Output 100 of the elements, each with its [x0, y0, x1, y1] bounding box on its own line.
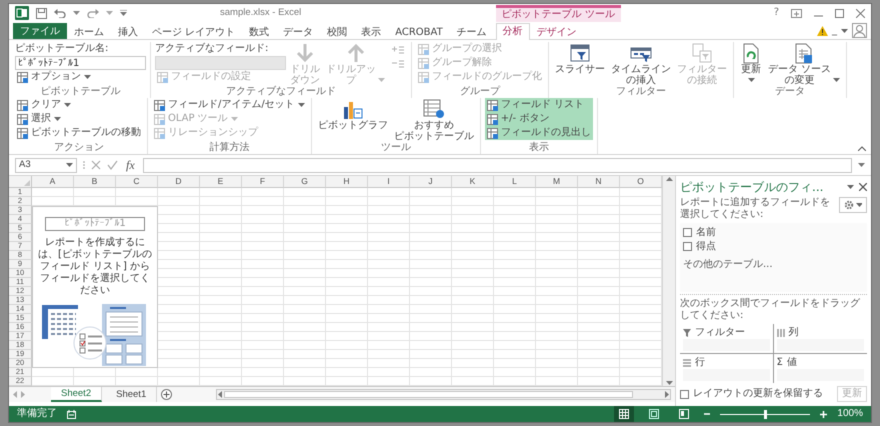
- ribbon-button[interactable]: 選択: [15, 112, 143, 126]
- zoom-out-icon[interactable]: [704, 411, 710, 417]
- column-header[interactable]: D: [158, 176, 200, 188]
- ribbon-tab[interactable]: 表示: [354, 24, 388, 40]
- area-label: フィルター: [695, 326, 745, 338]
- area-label: 値: [786, 356, 797, 368]
- column-header[interactable]: M: [536, 176, 578, 188]
- macro-record-icon[interactable]: [67, 410, 76, 418]
- ribbon-button[interactable]: ピボットグラフ: [316, 98, 390, 142]
- column-header[interactable]: K: [452, 176, 494, 188]
- column-header[interactable]: C: [116, 176, 158, 188]
- ribbon-button[interactable]: ピボットテーブルの移動: [15, 126, 143, 140]
- ribbon-tab[interactable]: ACROBAT: [388, 24, 450, 40]
- ribbon-button[interactable]: タイムラインの挿入: [609, 42, 673, 86]
- column-header[interactable]: B: [74, 176, 116, 188]
- caret-icon[interactable]: [841, 28, 848, 32]
- caret-icon: [230, 117, 238, 121]
- ribbon-tab[interactable]: ページ レイアウト: [145, 24, 242, 40]
- ribbon-tab[interactable]: チーム: [450, 24, 494, 40]
- toggle-button[interactable]: フィールドの見出し: [484, 126, 593, 140]
- text-field[interactable]: ﾋﾟﾎﾞｯﾄﾃｰﾌﾞﾙ1: [15, 56, 146, 70]
- checkbox-label[interactable]: レイアウトの更新を保留する: [693, 388, 823, 400]
- collapse-ribbon-icon[interactable]: [858, 146, 866, 151]
- column-header[interactable]: N: [578, 176, 620, 188]
- caret-icon[interactable]: [858, 163, 865, 167]
- formula-field[interactable]: [142, 158, 852, 172]
- close-icon[interactable]: [856, 8, 865, 18]
- ribbon-tab[interactable]: ホーム: [67, 24, 111, 40]
- scroll-up-icon[interactable]: [666, 177, 672, 181]
- more-tables-link[interactable]: その他のテーブル...: [683, 259, 864, 271]
- checkbox[interactable]: [683, 242, 692, 251]
- warning-icon[interactable]: [817, 26, 828, 36]
- column-header[interactable]: I: [368, 176, 410, 188]
- column-header[interactable]: L: [494, 176, 536, 188]
- checkbox[interactable]: [680, 390, 689, 398]
- ribbon-button[interactable]: データ ソースの変更: [766, 42, 842, 86]
- select-all-icon: [24, 180, 30, 186]
- table-icon: [17, 128, 28, 138]
- column-header[interactable]: A: [32, 176, 74, 188]
- vertical-scrollbar[interactable]: [662, 176, 675, 386]
- ribbon-tab[interactable]: 数式: [242, 24, 276, 40]
- settings-button[interactable]: [839, 197, 867, 213]
- app-icon[interactable]: [15, 6, 29, 20]
- column-header[interactable]: E: [200, 176, 242, 188]
- maximize-icon[interactable]: [835, 8, 844, 18]
- toggle-button[interactable]: フィールド リスト: [484, 98, 593, 112]
- view-button[interactable]: [614, 406, 634, 422]
- caret-icon: [748, 78, 754, 82]
- page-break-icon: [679, 409, 690, 419]
- undo-icon[interactable]: [54, 8, 66, 18]
- checkbox[interactable]: [683, 228, 692, 237]
- add-sheet-icon[interactable]: [161, 389, 172, 400]
- group-label: グループ: [460, 86, 500, 98]
- ribbon-tab[interactable]: ファイル: [13, 23, 67, 39]
- ribbon-display-icon[interactable]: [791, 8, 802, 18]
- ribbon-button[interactable]: おすすめピボットテーブル: [392, 98, 476, 142]
- save-icon[interactable]: [36, 8, 47, 18]
- help-button[interactable]: ?: [774, 8, 779, 18]
- zoom-in-icon[interactable]: [820, 410, 828, 418]
- bar-chart-icon: [342, 99, 364, 120]
- column-header[interactable]: F: [242, 176, 284, 188]
- check-icon[interactable]: [107, 160, 118, 170]
- cancel-icon[interactable]: [91, 160, 101, 170]
- column-header[interactable]: H: [326, 176, 368, 188]
- name-box[interactable]: A3: [15, 158, 77, 172]
- scroll-right-icon[interactable]: [665, 391, 669, 398]
- sheet-tab[interactable]: Sheet1: [106, 387, 158, 402]
- ribbon-tab[interactable]: デザイン: [530, 24, 584, 40]
- column-header[interactable]: J: [410, 176, 452, 188]
- ribbon-button[interactable]: スライサー: [553, 42, 607, 86]
- insert-function-button[interactable]: fx: [124, 158, 137, 172]
- redo-icon[interactable]: [87, 8, 99, 18]
- ribbon-button[interactable]: クリア: [15, 98, 143, 112]
- caret-icon: [378, 78, 385, 82]
- expand-icon: [391, 44, 405, 54]
- slider-thumb[interactable]: [764, 410, 767, 418]
- table-icon: [154, 128, 165, 138]
- caret-icon[interactable]: [847, 185, 854, 189]
- ribbon-tab[interactable]: 校閲: [320, 24, 354, 40]
- sheet-tab[interactable]: Sheet2: [51, 387, 102, 402]
- user-name[interactable]: _: [832, 24, 837, 36]
- ribbon-button[interactable]: フィールド/アイテム/セット: [152, 98, 307, 112]
- table-icon: [17, 72, 28, 82]
- horizontal-scrollbar[interactable]: [216, 389, 671, 400]
- table-icon: [17, 114, 28, 124]
- column-header[interactable]: O: [620, 176, 662, 188]
- avatar-icon[interactable]: [852, 23, 867, 38]
- caret-icon[interactable]: [73, 11, 80, 15]
- close-icon[interactable]: [859, 183, 867, 191]
- field-name[interactable]: 名前: [696, 226, 716, 238]
- customize-icon[interactable]: [120, 10, 127, 16]
- ribbon-tab[interactable]: 分析: [496, 23, 530, 40]
- ribbon-tab[interactable]: データ: [276, 24, 320, 40]
- ribbon-tab[interactable]: 挿入: [111, 24, 145, 40]
- field-name[interactable]: 得点: [696, 240, 716, 252]
- ribbon-button[interactable]: オプション: [15, 70, 146, 84]
- toggle-button[interactable]: +/- ボタン: [484, 112, 593, 126]
- ribbon-button[interactable]: 更新: [738, 42, 764, 86]
- column-header[interactable]: G: [284, 176, 326, 188]
- caret-icon: [54, 117, 61, 121]
